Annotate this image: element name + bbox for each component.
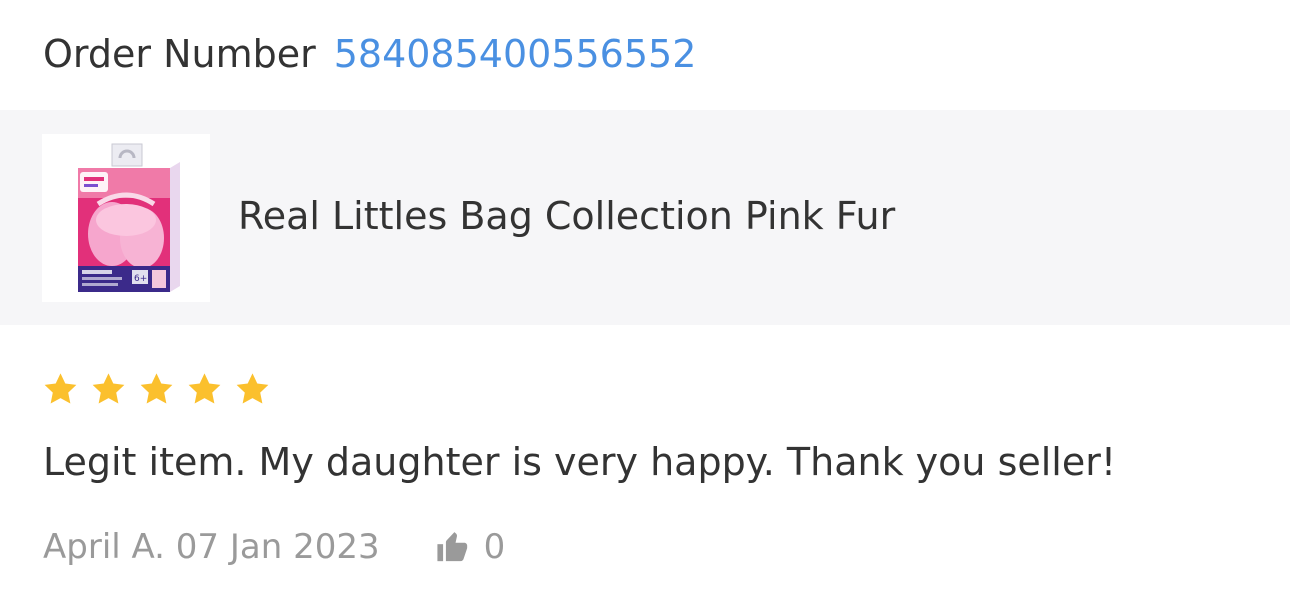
order-number-row: Order Number 584085400556552: [43, 28, 696, 80]
thumbs-up-icon: [437, 532, 467, 562]
star-icon: [140, 373, 173, 404]
helpful-button[interactable]: 0: [436, 527, 506, 567]
helpful-count: 0: [483, 527, 506, 567]
review-meta: April A. 07 Jan 2023 0: [43, 524, 505, 570]
product-card[interactable]: 6+ Real Littles Bag Collection Pink Fur: [0, 110, 1290, 325]
product-image: 6+: [78, 143, 180, 292]
review-text: Legit item. My daughter is very happy. T…: [43, 440, 1117, 484]
svg-text:6+: 6+: [134, 274, 147, 284]
star-icon: [92, 373, 125, 404]
order-number-label: Order Number: [43, 32, 316, 76]
star-icon: [188, 373, 221, 404]
reviewer-and-date: April A. 07 Jan 2023: [43, 527, 380, 567]
star-icon: [236, 373, 269, 404]
product-thumbnail[interactable]: 6+: [42, 134, 210, 302]
order-number-link[interactable]: 584085400556552: [334, 32, 697, 76]
star-icon: [44, 373, 77, 404]
star-rating: [42, 371, 271, 408]
product-name[interactable]: Real Littles Bag Collection Pink Fur: [238, 194, 895, 238]
